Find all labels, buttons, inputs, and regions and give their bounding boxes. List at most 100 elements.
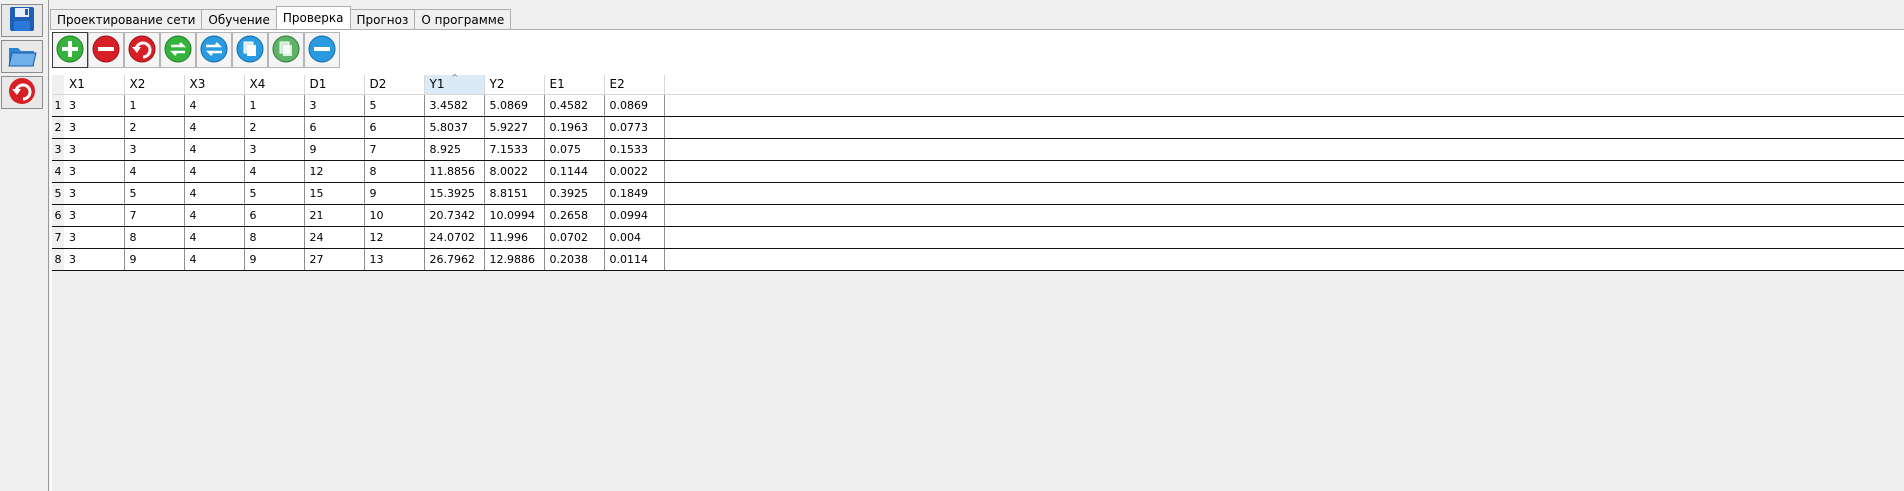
table-cell[interactable]: 13 (364, 248, 425, 271)
table-cell[interactable]: 0.1849 (604, 182, 665, 205)
table-cell[interactable]: 6 (364, 116, 425, 139)
table-cell[interactable]: 1 (244, 94, 305, 117)
tab-network-design[interactable]: Проектирование сети (50, 9, 203, 29)
table-row[interactable]: 4 3 4 4 4 12 8 11.8856 8.0022 0.1144 0.0022 (52, 160, 1904, 183)
table-cell[interactable]: 4 (244, 160, 305, 183)
table-cell[interactable]: 4 (184, 138, 245, 161)
table-cell[interactable]: 4 (184, 94, 245, 117)
table-cell[interactable]: 5 (124, 182, 185, 205)
table-cell[interactable]: 5 (364, 94, 425, 117)
column-header-e1[interactable]: E1 (544, 75, 605, 95)
table-cell[interactable]: 21 (304, 204, 365, 227)
table-row[interactable]: 3 3 3 4 3 9 7 8.925 7.1533 0.075 0.1533 (52, 138, 1904, 161)
table-cell[interactable]: 9 (364, 182, 425, 205)
table-cell[interactable]: 8.0022 (484, 160, 545, 183)
column-header-d2[interactable]: D2 (364, 75, 425, 95)
table-cell[interactable]: 3 (124, 138, 185, 161)
table-cell[interactable]: 12 (304, 160, 365, 183)
column-header-x4[interactable]: X4 (244, 75, 305, 95)
add-row-button[interactable] (52, 32, 88, 68)
refresh-button[interactable] (160, 32, 196, 68)
table-cell[interactable]: 0.004 (604, 226, 665, 249)
table-row[interactable]: 8 3 9 4 9 27 13 26.7962 12.9886 0.2038 0.0114 (52, 248, 1904, 271)
table-cell[interactable]: 5 (244, 182, 305, 205)
undo-button[interactable] (1, 76, 43, 109)
table-cell[interactable]: 3 (64, 182, 125, 205)
table-cell[interactable]: 0.2038 (544, 248, 605, 271)
table-cell[interactable]: 11.8856 (424, 160, 485, 183)
row-header[interactable]: 4 (52, 160, 64, 183)
table-cell[interactable]: 15.3925 (424, 182, 485, 205)
table-cell[interactable]: 0.1963 (544, 116, 605, 139)
table-cell[interactable]: 6 (304, 116, 365, 139)
table-cell[interactable]: 5.0869 (484, 94, 545, 117)
table-cell[interactable]: 15 (304, 182, 365, 205)
tab-training[interactable]: Обучение (201, 9, 277, 29)
table-cell[interactable]: 5.8037 (424, 116, 485, 139)
table-cell[interactable]: 0.075 (544, 138, 605, 161)
row-header[interactable]: 3 (52, 138, 64, 161)
table-cell[interactable]: 7.1533 (484, 138, 545, 161)
table-cell[interactable]: 0.0022 (604, 160, 665, 183)
undo-action-button[interactable] (124, 32, 160, 68)
table-cell[interactable]: 8 (364, 160, 425, 183)
tab-about[interactable]: О программе (414, 9, 512, 29)
table-row[interactable]: 1 3 1 4 1 3 5 3.4582 5.0869 0.4582 0.0869 (52, 94, 1904, 117)
duplicate-button[interactable] (268, 32, 304, 68)
table-cell[interactable]: 27 (304, 248, 365, 271)
row-header[interactable]: 7 (52, 226, 64, 249)
table-cell[interactable]: 3 (64, 226, 125, 249)
table-cell[interactable]: 10 (364, 204, 425, 227)
table-cell[interactable]: 0.1533 (604, 138, 665, 161)
table-cell[interactable]: 20.7342 (424, 204, 485, 227)
table-cell[interactable]: 3 (64, 160, 125, 183)
table-cell[interactable]: 3 (304, 94, 365, 117)
column-header-e2[interactable]: E2 (604, 75, 665, 95)
table-cell[interactable]: 4 (184, 204, 245, 227)
table-cell[interactable]: 0.1144 (544, 160, 605, 183)
column-header-y2[interactable]: Y2 (484, 75, 545, 95)
table-cell[interactable]: 0.4582 (544, 94, 605, 117)
table-row[interactable]: 5 3 5 4 5 15 9 15.3925 8.8151 0.3925 0.1849 (52, 182, 1904, 205)
tab-verification[interactable]: Проверка (275, 6, 351, 29)
table-row[interactable]: 6 3 7 4 6 21 10 20.7342 10.0994 0.2658 0.0994 (52, 204, 1904, 227)
table-cell[interactable]: 4 (184, 160, 245, 183)
table-cell[interactable]: 9 (304, 138, 365, 161)
table-cell[interactable]: 0.0994 (604, 204, 665, 227)
table-cell[interactable]: 24 (304, 226, 365, 249)
save-button[interactable] (1, 4, 43, 37)
table-cell[interactable]: 0.0773 (604, 116, 665, 139)
table-cell[interactable]: 26.7962 (424, 248, 485, 271)
table-row[interactable]: 7 3 8 4 8 24 12 24.0702 11.996 0.0702 0.004 (52, 226, 1904, 249)
table-cell[interactable]: 3 (244, 138, 305, 161)
table-cell[interactable]: 9 (124, 248, 185, 271)
column-header-d1[interactable]: D1 (304, 75, 365, 95)
open-button[interactable] (1, 40, 43, 73)
row-header[interactable]: 5 (52, 182, 64, 205)
table-cell[interactable]: 3 (64, 94, 125, 117)
table-cell[interactable]: 3 (64, 248, 125, 271)
table-cell[interactable]: 11.996 (484, 226, 545, 249)
row-header[interactable]: 6 (52, 204, 64, 227)
table-cell[interactable]: 3.4582 (424, 94, 485, 117)
table-cell[interactable]: 0.3925 (544, 182, 605, 205)
table-cell[interactable]: 4 (184, 116, 245, 139)
table-cell[interactable]: 4 (124, 160, 185, 183)
table-cell[interactable]: 2 (244, 116, 305, 139)
column-header-x3[interactable]: X3 (184, 75, 245, 95)
column-header-x1[interactable]: X1 (64, 75, 125, 95)
table-cell[interactable]: 4 (184, 248, 245, 271)
column-header-y1[interactable]: Y1 (424, 75, 485, 95)
table-cell[interactable]: 8.925 (424, 138, 485, 161)
row-header[interactable]: 2 (52, 116, 64, 139)
table-cell[interactable]: 8 (244, 226, 305, 249)
table-cell[interactable]: 5.9227 (484, 116, 545, 139)
table-cell[interactable]: 9 (244, 248, 305, 271)
transfer-button[interactable] (196, 32, 232, 68)
row-header[interactable]: 8 (52, 248, 64, 271)
table-cell[interactable]: 6 (244, 204, 305, 227)
table-cell[interactable]: 1 (124, 94, 185, 117)
table-cell[interactable]: 3 (64, 204, 125, 227)
table-cell[interactable]: 8 (124, 226, 185, 249)
table-cell[interactable]: 3 (64, 138, 125, 161)
